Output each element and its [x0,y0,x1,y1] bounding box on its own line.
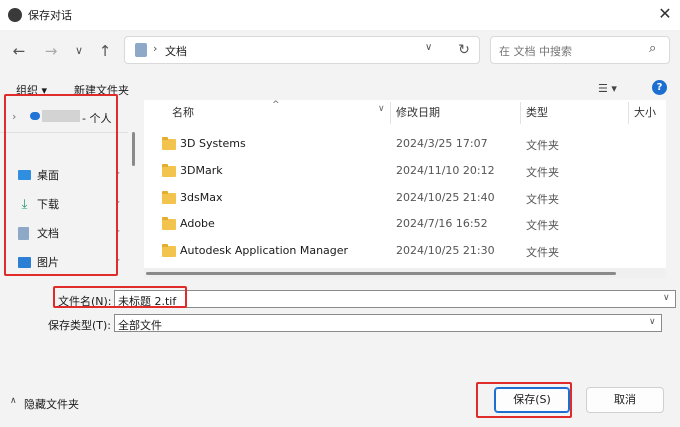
app-icon [8,8,22,22]
file-type: 文件夹 [526,139,559,152]
file-modified: 2024/11/10 20:12 [396,164,495,177]
column-separator[interactable] [628,102,629,124]
file-name: Adobe [180,217,215,230]
file-modified: 2024/7/16 16:52 [396,217,488,230]
scrollbar-thumb[interactable] [146,272,616,275]
filetype-dropdown-icon[interactable]: ∨ [649,317,656,327]
folder-icon [162,164,176,177]
folder-icon [162,217,176,230]
breadcrumb-documents[interactable]: 文档 [165,43,187,59]
sort-arrow-icon: ^ [272,100,280,110]
folder-icon [162,137,176,150]
file-name: Autodesk Application Manager [180,244,349,257]
file-modified: 2024/3/25 17:07 [396,137,488,150]
refresh-icon[interactable]: ↻ [454,40,474,60]
file-modified: 2024/10/25 21:30 [396,244,495,257]
column-header-modified[interactable]: 修改日期 [396,104,440,120]
cancel-button[interactable]: 取消 [586,387,664,413]
highlight-save-button [476,382,572,418]
table-row[interactable]: Adobe 2024/7/16 16:52 文件夹 [160,214,660,238]
file-name: 3dsMax [180,191,223,204]
back-icon[interactable]: ← [8,40,30,62]
close-icon[interactable]: ✕ [652,2,678,26]
window-title: 保存对话 [28,9,72,22]
recent-dropdown-icon[interactable]: ∨ [68,40,90,62]
highlight-filename [53,286,187,308]
filetype-label: 保存类型(T): [48,319,112,332]
search-box[interactable]: ⌕ [490,36,670,64]
column-dropdown-icon[interactable]: ∨ [378,104,385,114]
scrollbar-thumb[interactable] [132,132,135,166]
search-icon: ⌕ [649,41,657,56]
forward-icon[interactable]: → [40,40,62,62]
file-name: 3D Systems [180,137,246,150]
file-type: 文件夹 [526,166,559,179]
column-header-type[interactable]: 类型 [526,104,548,120]
filetype-value: 全部文件 [118,319,162,332]
breadcrumb-chevron: › [153,42,158,55]
help-icon[interactable]: ? [652,80,667,95]
file-type: 文件夹 [526,193,559,206]
filetype-select[interactable]: 全部文件 ∨ [114,314,662,332]
file-name: 3DMark [180,164,223,177]
table-row[interactable]: 3DMark 2024/11/10 20:12 文件夹 [160,161,660,185]
file-type: 文件夹 [526,219,559,232]
hide-folders-button[interactable]: 隐藏文件夹 [24,396,79,412]
address-dropdown-icon[interactable]: ∨ [425,42,432,53]
table-row[interactable]: 3dsMax 2024/10/25 21:40 文件夹 [160,188,660,212]
column-separator[interactable] [520,102,521,124]
highlight-navigation-pane [4,94,118,276]
table-row[interactable]: 3D Systems 2024/3/25 17:07 文件夹 [160,134,660,158]
documents-location-icon [135,43,147,57]
address-bar[interactable]: › 文档 ∨ [124,36,480,64]
search-input[interactable] [497,41,641,61]
sidebar-scrollbar[interactable] [130,100,138,278]
column-header-size[interactable]: 大小 [634,104,656,120]
folder-icon [162,191,176,204]
filename-dropdown-icon[interactable]: ∨ [663,293,670,303]
folder-icon [162,244,176,257]
column-separator[interactable] [390,102,391,124]
view-options-icon[interactable]: ☰ ▾ [598,82,617,95]
file-modified: 2024/10/25 21:40 [396,191,495,204]
horizontal-scrollbar[interactable] [144,268,666,278]
file-type: 文件夹 [526,246,559,259]
collapse-chevron-icon[interactable]: ∧ [10,396,17,406]
title-bar: 保存对话 ✕ [0,0,680,30]
table-row[interactable]: Autodesk Application Manager 2024/10/25 … [160,241,660,265]
up-icon[interactable]: ↑ [94,40,116,62]
filename-field[interactable]: 未标题 2.tif ∨ [114,290,676,308]
column-header-name[interactable]: 名称 [172,104,194,120]
